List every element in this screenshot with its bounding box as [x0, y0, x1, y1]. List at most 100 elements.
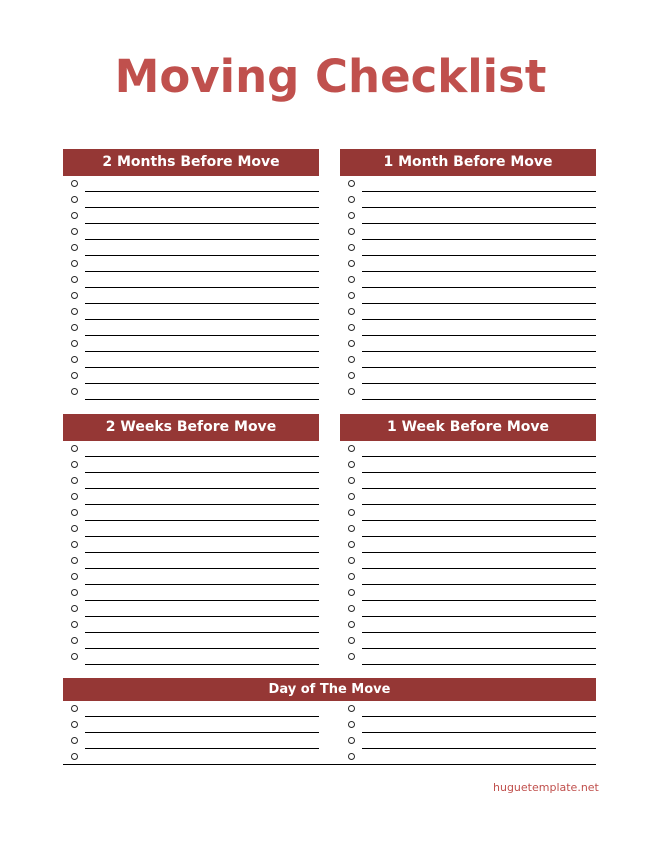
circle-bullet-icon[interactable] — [348, 637, 355, 644]
circle-bullet-icon[interactable] — [71, 292, 78, 299]
checklist-item[interactable] — [63, 208, 319, 224]
write-in-line[interactable] — [85, 399, 319, 400]
checklist-item[interactable] — [63, 569, 319, 585]
circle-bullet-icon[interactable] — [71, 525, 78, 532]
checklist-item[interactable] — [340, 601, 596, 617]
checklist-item[interactable] — [63, 473, 319, 489]
circle-bullet-icon[interactable] — [348, 509, 355, 516]
checklist-item[interactable] — [63, 320, 319, 336]
circle-bullet-icon[interactable] — [71, 557, 78, 564]
checklist-item[interactable] — [340, 256, 596, 272]
checklist-item[interactable] — [340, 368, 596, 384]
circle-bullet-icon[interactable] — [348, 228, 355, 235]
checklist-item[interactable] — [63, 240, 319, 256]
checklist-item[interactable] — [340, 585, 596, 601]
checklist-item[interactable] — [340, 473, 596, 489]
checklist-item[interactable] — [340, 553, 596, 569]
circle-bullet-icon[interactable] — [71, 445, 78, 452]
circle-bullet-icon[interactable] — [348, 196, 355, 203]
checklist-item[interactable] — [340, 192, 596, 208]
checklist-item[interactable] — [340, 384, 596, 400]
circle-bullet-icon[interactable] — [348, 340, 355, 347]
circle-bullet-icon[interactable] — [348, 589, 355, 596]
circle-bullet-icon[interactable] — [71, 461, 78, 468]
circle-bullet-icon[interactable] — [348, 388, 355, 395]
circle-bullet-icon[interactable] — [348, 356, 355, 363]
checklist-item[interactable] — [340, 749, 596, 765]
checklist-item[interactable] — [63, 717, 319, 733]
checklist-item[interactable] — [340, 733, 596, 749]
circle-bullet-icon[interactable] — [71, 477, 78, 484]
circle-bullet-icon[interactable] — [71, 244, 78, 251]
circle-bullet-icon[interactable] — [348, 445, 355, 452]
checklist-item[interactable] — [63, 384, 319, 400]
write-in-line[interactable] — [63, 764, 340, 765]
checklist-item[interactable] — [63, 601, 319, 617]
checklist-item[interactable] — [340, 521, 596, 537]
circle-bullet-icon[interactable] — [71, 705, 78, 712]
checklist-item[interactable] — [63, 489, 319, 505]
circle-bullet-icon[interactable] — [348, 541, 355, 548]
checklist-item[interactable] — [340, 304, 596, 320]
circle-bullet-icon[interactable] — [348, 244, 355, 251]
circle-bullet-icon[interactable] — [348, 292, 355, 299]
checklist-item[interactable] — [340, 537, 596, 553]
checklist-item[interactable] — [63, 288, 319, 304]
circle-bullet-icon[interactable] — [348, 308, 355, 315]
circle-bullet-icon[interactable] — [348, 372, 355, 379]
circle-bullet-icon[interactable] — [348, 621, 355, 628]
write-in-line[interactable] — [362, 664, 596, 665]
checklist-item[interactable] — [63, 733, 319, 749]
circle-bullet-icon[interactable] — [348, 753, 355, 760]
checklist-item[interactable] — [340, 208, 596, 224]
circle-bullet-icon[interactable] — [348, 705, 355, 712]
circle-bullet-icon[interactable] — [348, 737, 355, 744]
checklist-item[interactable] — [340, 336, 596, 352]
checklist-item[interactable] — [63, 272, 319, 288]
circle-bullet-icon[interactable] — [71, 388, 78, 395]
circle-bullet-icon[interactable] — [71, 541, 78, 548]
circle-bullet-icon[interactable] — [71, 324, 78, 331]
circle-bullet-icon[interactable] — [348, 573, 355, 580]
checklist-item[interactable] — [63, 457, 319, 473]
checklist-item[interactable] — [63, 649, 319, 665]
circle-bullet-icon[interactable] — [71, 653, 78, 660]
checklist-item[interactable] — [63, 224, 319, 240]
checklist-item[interactable] — [63, 553, 319, 569]
checklist-item[interactable] — [340, 633, 596, 649]
checklist-item[interactable] — [63, 701, 319, 717]
circle-bullet-icon[interactable] — [71, 589, 78, 596]
circle-bullet-icon[interactable] — [348, 493, 355, 500]
checklist-item[interactable] — [63, 585, 319, 601]
checklist-item[interactable] — [340, 441, 596, 457]
checklist-item[interactable] — [340, 569, 596, 585]
circle-bullet-icon[interactable] — [348, 525, 355, 532]
checklist-item[interactable] — [63, 617, 319, 633]
checklist-item[interactable] — [340, 457, 596, 473]
circle-bullet-icon[interactable] — [348, 461, 355, 468]
circle-bullet-icon[interactable] — [348, 212, 355, 219]
circle-bullet-icon[interactable] — [71, 356, 78, 363]
circle-bullet-icon[interactable] — [71, 621, 78, 628]
checklist-item[interactable] — [63, 256, 319, 272]
checklist-item[interactable] — [63, 304, 319, 320]
checklist-item[interactable] — [340, 272, 596, 288]
write-in-line[interactable] — [362, 399, 596, 400]
circle-bullet-icon[interactable] — [348, 653, 355, 660]
checklist-item[interactable] — [63, 336, 319, 352]
circle-bullet-icon[interactable] — [348, 276, 355, 283]
checklist-item[interactable] — [63, 176, 319, 192]
circle-bullet-icon[interactable] — [348, 477, 355, 484]
circle-bullet-icon[interactable] — [71, 180, 78, 187]
circle-bullet-icon[interactable] — [71, 493, 78, 500]
circle-bullet-icon[interactable] — [71, 260, 78, 267]
circle-bullet-icon[interactable] — [71, 308, 78, 315]
circle-bullet-icon[interactable] — [71, 340, 78, 347]
circle-bullet-icon[interactable] — [71, 212, 78, 219]
checklist-item[interactable] — [340, 320, 596, 336]
circle-bullet-icon[interactable] — [71, 637, 78, 644]
circle-bullet-icon[interactable] — [71, 737, 78, 744]
circle-bullet-icon[interactable] — [71, 605, 78, 612]
circle-bullet-icon[interactable] — [348, 260, 355, 267]
checklist-item[interactable] — [63, 749, 340, 765]
